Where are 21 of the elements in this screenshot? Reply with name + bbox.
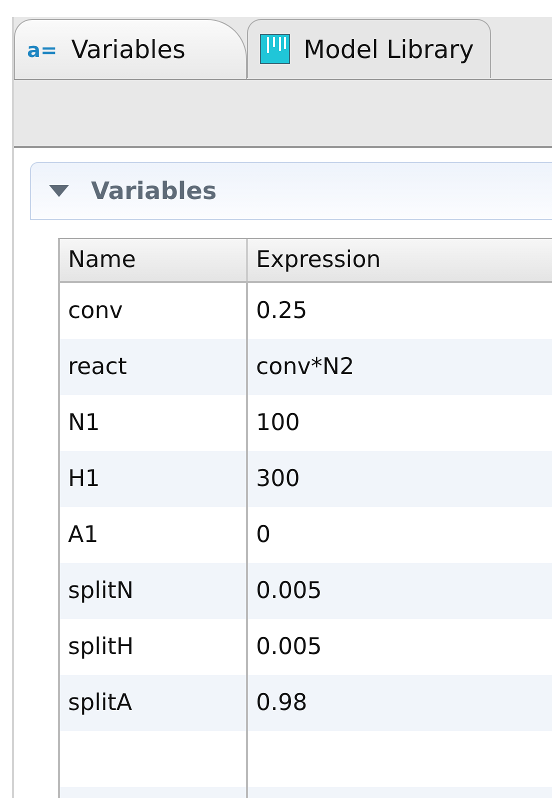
table-cell-text: splitA <box>67 689 134 718</box>
column-header[interactable]: Name <box>60 239 246 281</box>
library-icon <box>260 34 290 64</box>
table-cell-text: H1 <box>67 465 101 494</box>
table-cell: 0.005 <box>246 563 552 619</box>
table-cell-text: splitH <box>67 633 135 662</box>
section-header[interactable]: Variables <box>30 162 552 220</box>
table-cell-text: A1 <box>67 521 100 550</box>
tab[interactable]: Model Library <box>246 19 491 78</box>
table-cell-text: N1 <box>67 409 101 438</box>
table-cell: 300 <box>246 451 552 507</box>
variables-icon: a= <box>27 38 58 62</box>
table-cell-text: splitN <box>67 577 135 606</box>
column-header[interactable]: Expression <box>246 239 552 281</box>
table-cell: conv*N2 <box>246 339 552 395</box>
table-cell-text: conv <box>67 297 124 326</box>
caret-icon[interactable] <box>49 185 69 197</box>
section-title: Variables <box>91 177 217 205</box>
table-cell: 0.98 <box>246 675 552 731</box>
table-cell-text: react <box>67 353 128 382</box>
tab[interactable]: a= Variables <box>14 19 247 79</box>
